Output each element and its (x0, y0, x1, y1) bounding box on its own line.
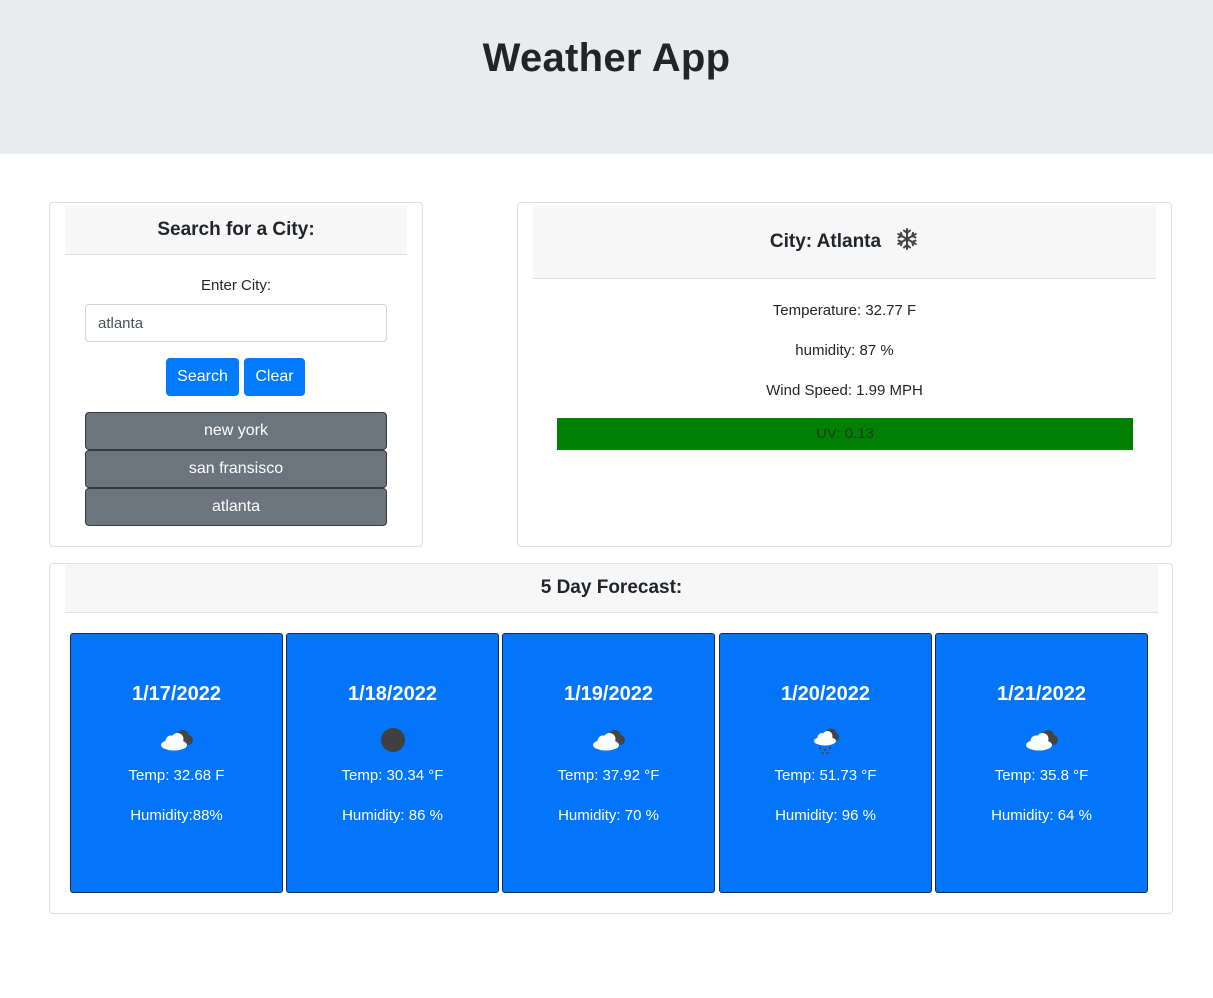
cloudy-icon (157, 725, 197, 755)
forecast-day-card: 1/18/2022 Temp: 30.34 °F Humidity: 86 % (286, 633, 499, 893)
page-title: Weather App (482, 36, 731, 80)
forecast-humidity: Humidity: 64 % (991, 807, 1092, 824)
current-weather-panel: City: Atlanta Temperature: 32.77 F humid… (517, 202, 1172, 547)
forecast-temp: Temp: 37.92 °F (557, 767, 660, 784)
cloudy-icon (1022, 725, 1062, 755)
city-input-label: Enter City: (200, 277, 272, 294)
forecast-temp: Temp: 35.8 °F (994, 767, 1089, 784)
forecast-panel-header: 5 Day Forecast: (65, 564, 1158, 613)
history-item-san-fransisco[interactable]: san fransisco (85, 450, 387, 488)
forecast-date: 1/19/2022 (564, 683, 653, 705)
clear-button[interactable]: Clear (244, 358, 305, 396)
header-banner: Weather App (0, 0, 1213, 154)
history-item-atlanta[interactable]: atlanta (85, 488, 387, 526)
forecast-temp: Temp: 51.73 °F (774, 767, 877, 784)
forecast-humidity: Humidity: 86 % (342, 807, 443, 824)
city-name: City: Atlanta (769, 230, 882, 252)
snow-cloud-icon (806, 725, 846, 755)
humidity-text: humidity: 87 % (795, 342, 894, 359)
forecast-temp: Temp: 32.68 F (128, 767, 225, 784)
forecast-humidity: Humidity:88% (130, 807, 223, 824)
forecast-day-card: 1/17/2022 Temp: 32.68 F Humidity:88% (70, 633, 283, 893)
forecast-date: 1/20/2022 (781, 683, 870, 705)
uv-index-bar: UV: 0.13 (557, 418, 1133, 450)
snowflake-icon (895, 227, 919, 257)
forecast-date: 1/18/2022 (348, 683, 437, 705)
city-search-input[interactable] (85, 304, 387, 342)
forecast-humidity: Humidity: 70 % (558, 807, 659, 824)
forecast-day-card: 1/19/2022 Temp: 37.92 °F Humidity: 70 % (502, 633, 715, 893)
cloudy-icon (589, 725, 629, 755)
forecast-day-card: 1/20/2022 Temp: 51.73 °F Humidity: 96 % (719, 633, 932, 893)
history-item-new-york[interactable]: new york (85, 412, 387, 450)
temperature-text: Temperature: 32.77 F (772, 302, 917, 319)
forecast-temp: Temp: 30.34 °F (341, 767, 444, 784)
wind-speed-text: Wind Speed: 1.99 MPH (766, 382, 923, 399)
forecast-date: 1/21/2022 (997, 683, 1086, 705)
forecast-humidity: Humidity: 96 % (775, 807, 876, 824)
forecast-day-card: 1/21/2022 Temp: 35.8 °F Humidity: 64 % (935, 633, 1148, 893)
search-panel: Search for a City: Enter City: Search Cl… (49, 202, 423, 547)
search-panel-header: Search for a City: (65, 205, 407, 255)
overcast-dot-icon (373, 725, 413, 755)
search-button[interactable]: Search (166, 358, 239, 396)
forecast-panel: 5 Day Forecast: 1/17/2022 Temp: 32.68 F … (49, 563, 1173, 914)
current-weather-header: City: Atlanta (533, 205, 1156, 279)
forecast-date: 1/17/2022 (132, 683, 221, 705)
